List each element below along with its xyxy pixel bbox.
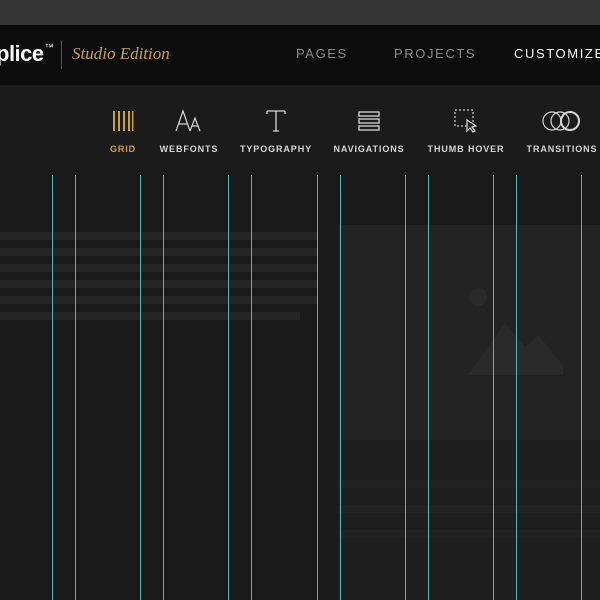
tool-thumb-hover[interactable]: THUMB HOVER (416, 85, 516, 175)
tool-webfonts-label: WEBFONTS (159, 144, 219, 154)
grid-guide-line (75, 175, 76, 600)
grid-guide-line (340, 175, 341, 600)
grid-guide-line (228, 175, 229, 600)
edition-label: Studio Edition (72, 44, 170, 63)
text-placeholder-line (0, 312, 300, 320)
webfonts-icon (139, 107, 239, 135)
grid-guide-line (163, 175, 164, 600)
navigations-icon (319, 107, 419, 135)
nav-projects[interactable]: PROJECTS (394, 46, 476, 61)
nav-customize[interactable]: CUSTOMIZE (514, 46, 600, 61)
typography-icon (226, 107, 326, 135)
brand-logo[interactable]: plice™ (0, 41, 54, 67)
tool-thumb-hover-label: THUMB HOVER (427, 144, 505, 154)
tool-navigations[interactable]: NAVIGATIONS (319, 85, 419, 175)
text-placeholder-line (338, 480, 600, 488)
text-placeholder-line (0, 264, 318, 272)
tool-typography-label: TYPOGRAPHY (239, 144, 312, 154)
nav-pages[interactable]: PAGES (296, 46, 348, 61)
preview-lower-panel (338, 440, 600, 600)
tool-webfonts[interactable]: WEBFONTS (139, 85, 239, 175)
grid-guide-line (140, 175, 141, 600)
text-placeholder-line (0, 280, 318, 288)
transitions-icon (512, 107, 600, 135)
grid-guide-line (581, 175, 582, 600)
text-placeholder-line (0, 296, 318, 304)
text-placeholder-line (338, 505, 600, 513)
page-preview-canvas (0, 175, 600, 600)
grid-guide-line (428, 175, 429, 600)
grid-guide-line (516, 175, 517, 600)
preview-image-panel (338, 225, 600, 440)
tool-transitions-label: TRANSITIONS (526, 144, 598, 154)
tool-navigations-label: NAVIGATIONS (333, 144, 405, 154)
brand-divider (61, 41, 62, 69)
grid-guide-line (405, 175, 406, 600)
text-placeholder-line (338, 530, 600, 538)
text-placeholder-line (0, 232, 318, 240)
image-placeholder-icon (468, 288, 563, 375)
tool-transitions[interactable]: TRANSITIONS (512, 85, 600, 175)
grid-guide-line (317, 175, 318, 600)
customize-toolbar: GRID WEBFONTS TYPOGRAPHY NAVIGATIONS THU… (0, 85, 600, 175)
browser-top-strip (0, 0, 600, 25)
text-placeholder-line (0, 248, 318, 256)
grid-guide-line (52, 175, 53, 600)
grid-guide-line (493, 175, 494, 600)
thumb-hover-icon (416, 107, 516, 135)
app-header: plice™ Studio Edition PAGES PROJECTS CUS… (0, 25, 600, 85)
grid-guide-line (251, 175, 252, 600)
tool-typography[interactable]: TYPOGRAPHY (226, 85, 326, 175)
